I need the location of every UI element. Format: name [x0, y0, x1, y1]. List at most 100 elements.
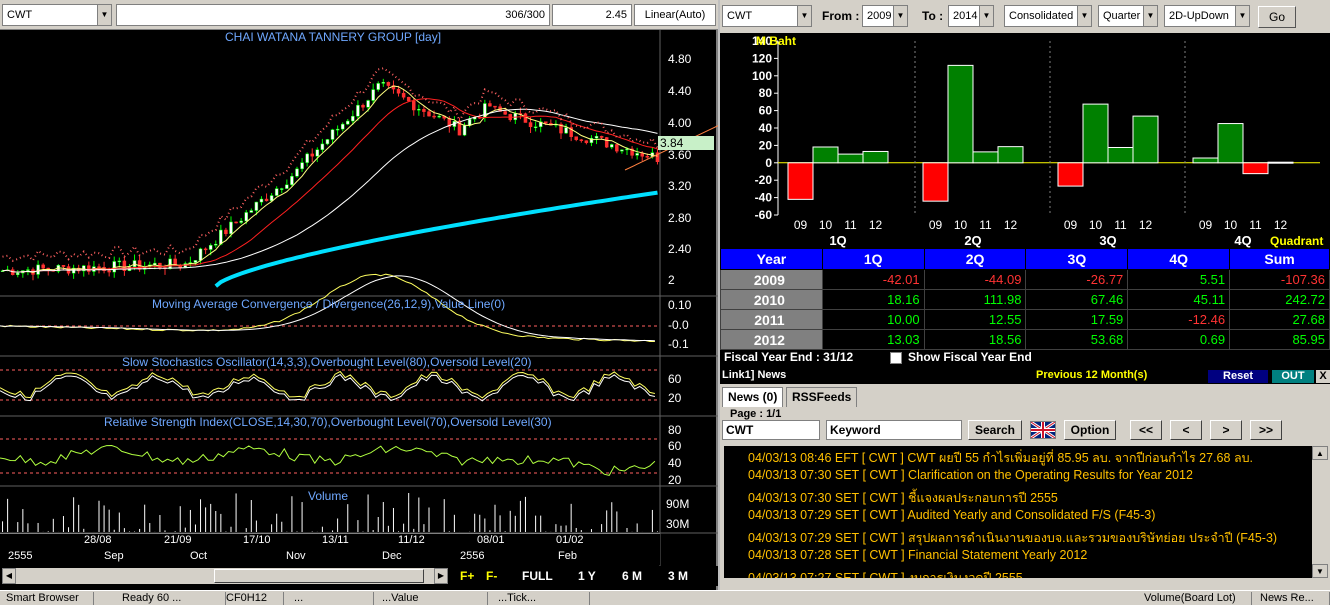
last-page-button[interactable]: >> — [1250, 420, 1282, 440]
scroll-left-icon[interactable]: ◀ — [2, 568, 16, 584]
scroll-down-icon[interactable]: ▼ — [1312, 564, 1328, 578]
year-tick-label: 11 — [1114, 218, 1127, 232]
stop-dots-line — [2, 67, 659, 263]
taskbar-item[interactable]: ...Tick... — [494, 592, 590, 605]
fin-symbol-combo[interactable]: CWT ▼ — [722, 5, 812, 27]
chevron-down-icon[interactable]: ▼ — [97, 5, 111, 25]
y-tick-label: 40 — [759, 121, 773, 135]
year-tick-label: 10 — [819, 218, 833, 232]
stoch-k-line — [0, 370, 656, 399]
close-icon[interactable]: X — [1316, 370, 1330, 383]
chevron-down-icon[interactable]: ▼ — [979, 6, 993, 26]
reset-button[interactable]: Reset — [1208, 370, 1268, 383]
candle-body — [417, 109, 421, 111]
horizontal-scrollbar[interactable]: ◀ ▶ — [2, 568, 448, 584]
prev-page-button[interactable]: < — [1170, 420, 1202, 440]
first-page-button[interactable]: << — [1130, 420, 1162, 440]
candle-body — [168, 258, 172, 269]
chevron-down-icon[interactable]: ▼ — [1077, 6, 1091, 26]
chevron-down-icon[interactable]: ▼ — [1235, 6, 1249, 26]
last-price-badge: 3.84 — [658, 136, 714, 150]
news-item[interactable]: 04/03/13 07:30 SET [ CWT ] Clarification… — [748, 468, 1193, 482]
candle-body — [356, 104, 360, 117]
news-item[interactable]: 04/03/13 08:46 EFT [ CWT ] CWT ผยปี 55 ก… — [748, 448, 1253, 468]
timeframe-3m[interactable]: 3 M — [668, 569, 688, 583]
news-item[interactable]: 04/03/13 07:29 SET [ CWT ] Audited Yearl… — [748, 508, 1155, 522]
macd-title: Moving Average Convergence / Divergence(… — [152, 297, 506, 311]
month-tick: Oct — [190, 550, 208, 562]
symbol-combo[interactable]: CWT ▼ — [2, 4, 112, 26]
quarter-label: 1Q — [829, 233, 846, 248]
candle-body — [406, 96, 411, 102]
taskbar-item[interactable]: ...Value — [378, 592, 488, 605]
year-cell: 2011 — [720, 309, 823, 330]
from-value: 2009 — [867, 10, 892, 22]
go-button[interactable]: Go — [1258, 6, 1296, 28]
font-plus-button[interactable]: F+ — [460, 569, 474, 583]
taskbar-item[interactable]: News Re... — [1256, 592, 1330, 605]
candle-body — [564, 127, 568, 134]
scroll-right-icon[interactable]: ▶ — [434, 568, 448, 584]
value-cell: 53.68 — [1025, 329, 1129, 350]
table-row: 2012 13.03 18.56 53.68 0.69 85.95 — [720, 329, 1330, 350]
language-flag-icon[interactable] — [1030, 421, 1056, 439]
period-combo[interactable]: Quarter ▼ — [1098, 5, 1158, 27]
candle-body — [488, 103, 492, 107]
news-scrollbar[interactable]: ▲ ▼ — [1312, 446, 1328, 578]
taskbar-item[interactable]: Volume(Board Lot) — [1140, 592, 1252, 605]
candle-body — [280, 188, 284, 190]
bar-3Q-09 — [1057, 162, 1084, 187]
period-value: Quarter — [1103, 10, 1141, 22]
taskbar-item[interactable]: Ready 60 ... — [118, 592, 226, 605]
from-label: From : — [822, 9, 860, 23]
news-item[interactable]: 04/03/13 07:29 SET [ CWT ] สรุปผลการดำเน… — [748, 528, 1277, 548]
rsi-title: Relative Strength Index(CLOSE,14,30,70),… — [104, 415, 552, 429]
view-combo[interactable]: 2D-UpDown ▼ — [1164, 5, 1250, 27]
bar-1Q-11 — [837, 153, 864, 164]
chevron-down-icon[interactable]: ▼ — [797, 6, 811, 26]
next-page-button[interactable]: > — [1210, 420, 1242, 440]
taskbar-item[interactable]: ... — [290, 592, 374, 605]
out-button[interactable]: OUT — [1272, 370, 1314, 383]
taskbar-item[interactable]: Smart Browser — [2, 592, 94, 605]
keyword-input[interactable]: Keyword — [826, 420, 962, 440]
candle-body — [432, 115, 436, 118]
quarter-label: 4Q — [1234, 233, 1251, 248]
news-item[interactable]: 04/03/13 07:28 SET [ CWT ] Financial Sta… — [748, 548, 1087, 562]
timeframe-6m[interactable]: 6 M — [622, 569, 642, 583]
search-button[interactable]: Search — [968, 420, 1022, 440]
to-value: 2014 — [953, 10, 978, 22]
col-header: 2Q — [923, 248, 1027, 270]
year-cell: 2009 — [720, 269, 823, 290]
news-item[interactable]: 04/03/13 07:27 SET [ CWT ] งบการเงินงวดป… — [748, 568, 1023, 578]
from-combo[interactable]: 2009 ▼ — [862, 5, 908, 27]
timeframe-1y[interactable]: 1 Y — [578, 569, 596, 583]
taskbar-item[interactable]: CF0H12 — [222, 592, 284, 605]
chevron-down-icon[interactable]: ▼ — [893, 6, 907, 26]
tab-news[interactable]: News (0) — [722, 387, 784, 407]
scroll-up-icon[interactable]: ▲ — [1312, 446, 1328, 460]
count-value: 306/300 — [505, 9, 545, 21]
bar-4Q-09 — [1192, 157, 1219, 164]
candle-body — [620, 149, 624, 152]
candle-body — [244, 212, 248, 222]
tab-rssfeeds[interactable]: RSSFeeds — [786, 387, 858, 407]
font-minus-button[interactable]: F- — [486, 569, 497, 583]
chevron-down-icon[interactable]: ▼ — [1143, 6, 1157, 26]
year-tick-label: 12 — [1274, 218, 1288, 232]
show-fiscal-checkbox[interactable] — [890, 352, 902, 364]
to-combo[interactable]: 2014 ▼ — [948, 5, 994, 27]
price-tick: 2 — [668, 273, 675, 287]
news-symbol-input[interactable]: CWT — [722, 420, 820, 440]
candle-body — [427, 111, 431, 117]
timeframe-full[interactable]: FULL — [522, 569, 553, 583]
scale-box[interactable]: Linear(Auto) — [634, 4, 716, 26]
candle-body — [493, 105, 497, 108]
statement-combo[interactable]: Consolidated ▼ — [1004, 5, 1092, 27]
candle-body — [437, 115, 441, 118]
option-button[interactable]: Option — [1064, 420, 1116, 440]
scroll-thumb[interactable] — [214, 569, 424, 583]
date-tick: 13/11 — [322, 534, 349, 546]
news-item[interactable]: 04/03/13 07:30 SET [ CWT ] ชี้แจงผลประกอ… — [748, 488, 1058, 508]
value-cell: 111.98 — [923, 289, 1027, 310]
